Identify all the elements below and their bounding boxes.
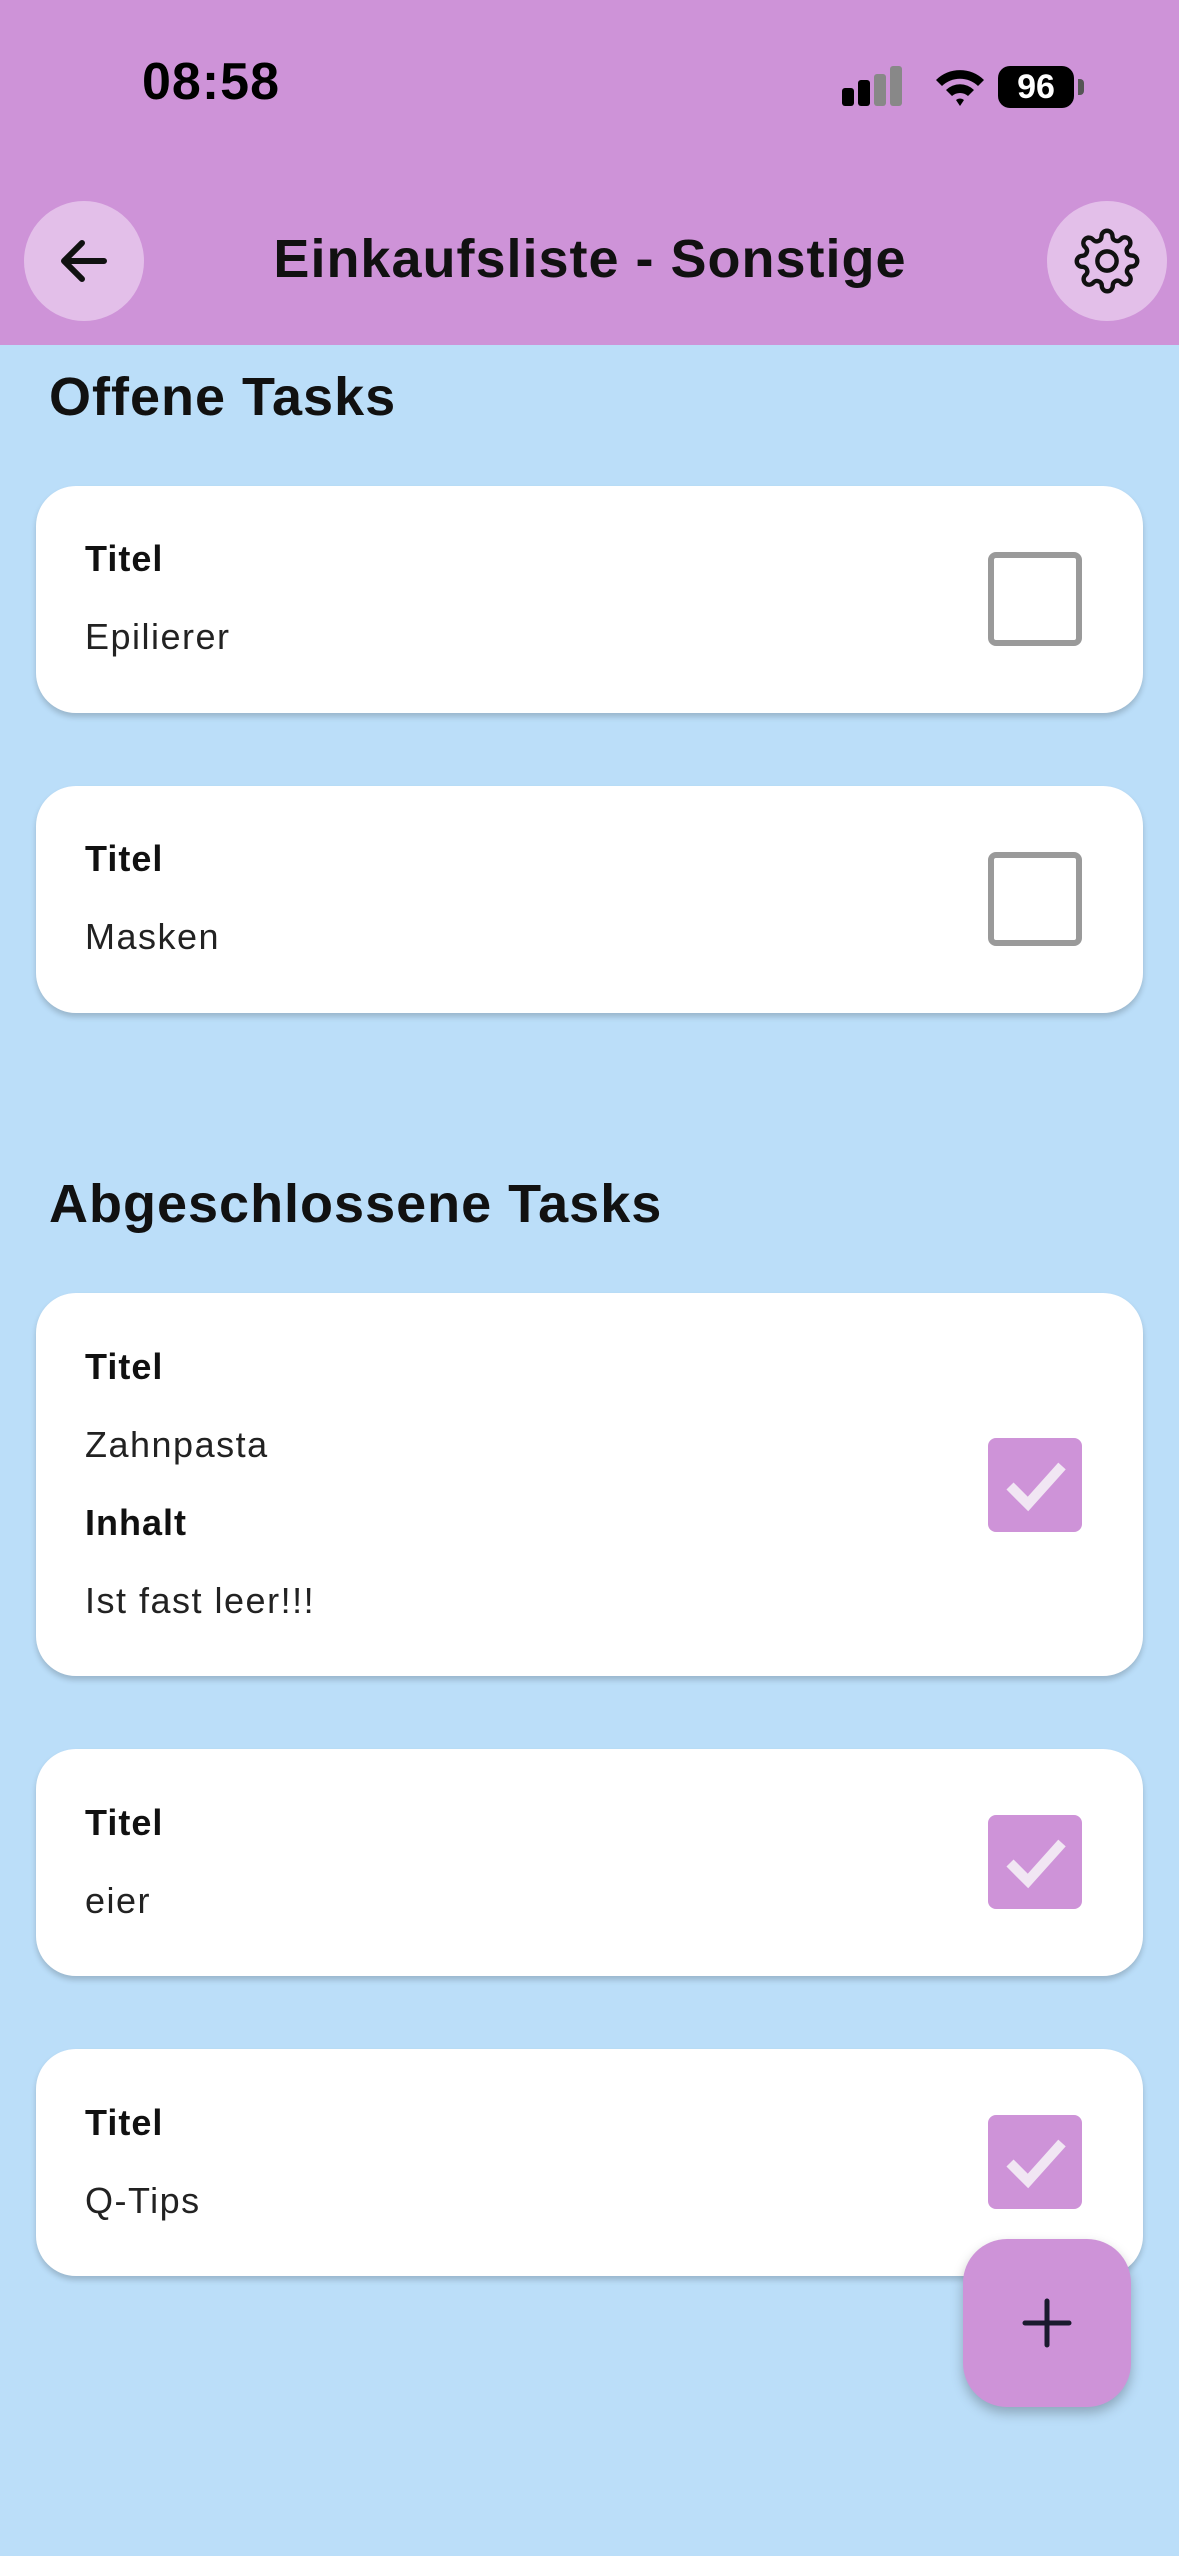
section-title-done: Abgeschlossene Tasks [49,1174,663,1234]
task-card[interactable]: Titel Q-Tips [36,2049,1143,2276]
check-icon [1006,1839,1066,1889]
task-title-label: Titel [85,2102,164,2143]
page-title: Einkaufsliste - Sonstige [273,229,907,289]
cellular-signal-icon [842,66,902,106]
status-icons: 96 [840,62,1084,112]
task-checkbox[interactable] [988,1438,1082,1532]
task-content: Ist fast leer!!! [85,1580,316,1621]
arrow-left-icon [61,240,107,282]
task-checkbox[interactable] [988,1815,1082,1909]
app-bar: 08:58 96 Einkaufsliste - Sonstige [0,0,1179,345]
task-title: Masken [85,916,221,957]
task-title-label: Titel [85,538,164,579]
task-checkbox[interactable] [988,552,1082,646]
section-title-open: Offene Tasks [49,367,397,427]
task-title-label: Titel [85,838,164,879]
task-title-label: Titel [85,1802,164,1843]
battery-tip [1078,79,1084,95]
add-task-button[interactable] [963,2239,1131,2407]
task-card[interactable]: Titel Masken [36,786,1143,1013]
battery-indicator: 96 [998,66,1074,108]
check-icon [1006,2139,1066,2189]
task-title: Q-Tips [85,2180,201,2221]
back-button[interactable] [24,201,144,321]
wifi-icon [936,70,984,106]
task-checkbox[interactable] [988,2115,1082,2209]
task-title-label: Titel [85,1346,164,1387]
task-card[interactable]: Titel eier [36,1749,1143,1976]
gear-icon [1074,228,1140,294]
task-content-label: Inhalt [85,1502,187,1543]
settings-button[interactable] [1047,201,1167,321]
task-title: Zahnpasta [85,1424,269,1465]
task-card[interactable]: Titel Zahnpasta Inhalt Ist fast leer!!! [36,1293,1143,1676]
task-title: Epilierer [85,616,231,657]
task-title: eier [85,1880,152,1921]
task-checkbox[interactable] [988,852,1082,946]
status-time: 08:58 [142,53,280,111]
check-icon [1006,1462,1066,1512]
plus-icon [1022,2298,1072,2348]
task-card[interactable]: Titel Epilierer [36,486,1143,713]
